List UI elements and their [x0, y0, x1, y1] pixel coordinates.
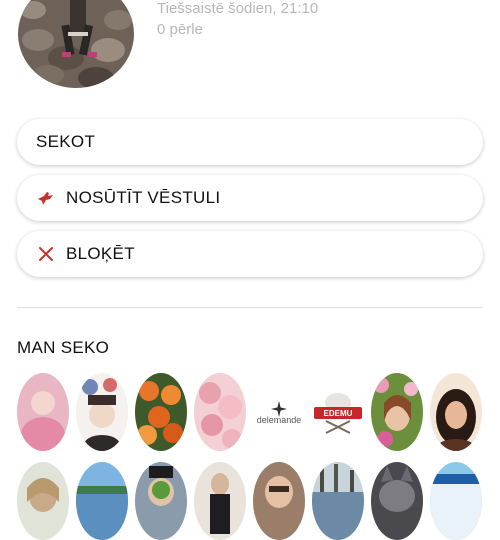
follower-avatar[interactable] — [430, 462, 482, 540]
follow-button[interactable]: SEKOT — [17, 119, 483, 165]
follow-button-label: SEKOT — [36, 132, 96, 151]
follower-avatar[interactable] — [371, 462, 423, 540]
follower-avatar[interactable] — [430, 373, 482, 451]
online-status: Tiešsaistē šodien, 21:10 — [157, 0, 319, 17]
follower-avatar[interactable] — [76, 462, 128, 540]
follower-avatar[interactable] — [312, 462, 364, 540]
block-button[interactable]: BLOĶĒT — [17, 231, 483, 277]
pigeon-icon — [36, 188, 56, 208]
block-label: BLOĶĒT — [66, 244, 135, 263]
follower-avatar[interactable]: delemande — [253, 373, 305, 451]
follower-avatar[interactable] — [17, 373, 69, 451]
profile-avatar[interactable] — [18, 0, 134, 88]
follower-avatar[interactable] — [194, 462, 246, 540]
follower-avatar[interactable] — [135, 373, 187, 451]
follower-avatar[interactable]: EDEMU — [312, 373, 364, 451]
follower-avatar[interactable] — [17, 462, 69, 540]
pearls-count: 0 pērle — [157, 21, 203, 38]
follower-avatar[interactable] — [135, 462, 187, 540]
divider — [17, 307, 483, 308]
follower-avatar[interactable] — [371, 373, 423, 451]
follower-avatar[interactable] — [253, 462, 305, 540]
followers-grid: delemande EDEMU — [0, 372, 500, 540]
close-icon — [36, 244, 56, 264]
send-letter-button[interactable]: NOSŪTĪT VĒSTULI — [17, 175, 483, 221]
followers-title: MAN SEKO — [17, 338, 110, 357]
follower-avatar[interactable] — [76, 373, 128, 451]
logo-text: delemande — [257, 415, 302, 425]
follower-avatar[interactable] — [194, 373, 246, 451]
send-letter-label: NOSŪTĪT VĒSTULI — [66, 188, 221, 207]
badge-text: EDEMU — [324, 409, 353, 418]
